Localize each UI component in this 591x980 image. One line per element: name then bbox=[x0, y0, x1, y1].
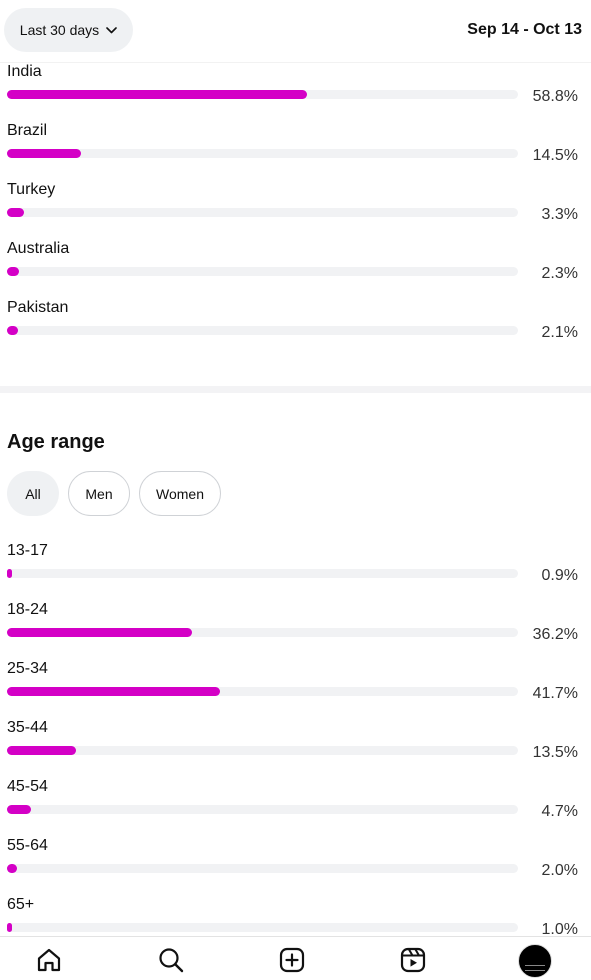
age-bar-track bbox=[7, 746, 518, 755]
country-label: Turkey bbox=[7, 181, 56, 198]
bottom-navigation bbox=[0, 936, 591, 980]
age-bar-fill bbox=[7, 628, 192, 637]
age-label: 55-64 bbox=[7, 837, 48, 854]
insights-header: Last 30 days Sep 14 - Oct 13 bbox=[0, 0, 591, 63]
age-row: 45-54 4.7% bbox=[0, 778, 591, 837]
age-percentage: 36.2% bbox=[532, 626, 578, 643]
country-label: Brazil bbox=[7, 122, 48, 139]
country-bar-fill bbox=[7, 326, 18, 335]
country-percentage: 3.3% bbox=[541, 206, 578, 223]
nav-create-button[interactable] bbox=[277, 945, 307, 975]
home-icon bbox=[37, 948, 61, 972]
country-label: India bbox=[7, 63, 42, 80]
age-bar-track bbox=[7, 923, 518, 932]
country-row: Turkey 3.3% bbox=[0, 181, 591, 240]
country-percentage: 2.1% bbox=[541, 324, 578, 341]
country-percentage: 2.3% bbox=[541, 265, 578, 282]
age-bar-track bbox=[7, 687, 518, 696]
age-percentage: 0.9% bbox=[541, 567, 578, 584]
age-row: 18-24 36.2% bbox=[0, 601, 591, 660]
age-bar-fill bbox=[7, 746, 76, 755]
age-label: 65+ bbox=[7, 896, 35, 913]
country-percentage: 58.8% bbox=[532, 88, 578, 105]
filter-women-button[interactable]: Women bbox=[139, 471, 221, 516]
country-row: Brazil 14.5% bbox=[0, 122, 591, 181]
avatar-logo-mark bbox=[525, 964, 545, 971]
profile-avatar[interactable] bbox=[518, 944, 552, 978]
country-bar-fill bbox=[7, 208, 24, 217]
date-range-text: Sep 14 - Oct 13 bbox=[467, 21, 582, 38]
age-bar-fill bbox=[7, 864, 18, 873]
country-bar-track bbox=[7, 267, 518, 276]
age-bar-track bbox=[7, 628, 518, 637]
country-row: Pakistan 2.1% bbox=[0, 299, 591, 358]
age-row: 13-17 0.9% bbox=[0, 542, 591, 601]
country-bar-fill bbox=[7, 90, 308, 99]
country-bar-fill bbox=[7, 149, 82, 158]
age-bar-fill bbox=[7, 569, 12, 578]
filter-men-button[interactable]: Men bbox=[68, 471, 130, 516]
country-bar-track bbox=[7, 149, 518, 158]
age-percentage: 41.7% bbox=[532, 685, 578, 702]
country-label: Australia bbox=[7, 240, 70, 257]
country-label: Pakistan bbox=[7, 299, 69, 316]
country-bar-track bbox=[7, 208, 518, 217]
search-icon bbox=[159, 948, 184, 973]
country-row: Australia 2.3% bbox=[0, 240, 591, 299]
nav-reels-button[interactable] bbox=[398, 945, 428, 975]
age-bar-fill bbox=[7, 687, 221, 696]
reels-icon bbox=[400, 947, 426, 973]
age-row: 55-64 2.0% bbox=[0, 837, 591, 896]
age-range-title: Age range bbox=[7, 431, 105, 453]
age-label: 35-44 bbox=[7, 719, 48, 736]
filter-all-button[interactable]: All bbox=[7, 471, 59, 516]
age-percentage: 2.0% bbox=[541, 862, 578, 879]
age-bar-fill bbox=[7, 923, 13, 932]
age-bar-track bbox=[7, 805, 518, 814]
age-bar-track bbox=[7, 864, 518, 873]
age-percentage: 13.5% bbox=[532, 744, 578, 761]
country-bar-fill bbox=[7, 267, 19, 276]
section-divider bbox=[0, 386, 591, 393]
date-range-dropdown[interactable]: Last 30 days bbox=[4, 8, 133, 52]
date-range-dropdown-label: Last 30 days bbox=[19, 22, 100, 38]
age-label: 25-34 bbox=[7, 660, 48, 677]
chevron-down-icon bbox=[106, 26, 117, 33]
age-label: 13-17 bbox=[7, 542, 48, 559]
age-row: 25-34 41.7% bbox=[0, 660, 591, 719]
nav-search-button[interactable] bbox=[156, 945, 186, 975]
age-label: 45-54 bbox=[7, 778, 48, 795]
country-bar-track bbox=[7, 326, 518, 335]
age-label: 18-24 bbox=[7, 601, 48, 618]
country-bar-track bbox=[7, 90, 518, 99]
create-icon bbox=[279, 947, 305, 973]
country-row: India 58.8% bbox=[0, 63, 591, 122]
age-row: 35-44 13.5% bbox=[0, 719, 591, 778]
age-bar-fill bbox=[7, 805, 32, 814]
age-bar-track bbox=[7, 569, 518, 578]
nav-home-button[interactable] bbox=[34, 945, 64, 975]
age-percentage: 4.7% bbox=[541, 803, 578, 820]
country-percentage: 14.5% bbox=[532, 147, 578, 164]
